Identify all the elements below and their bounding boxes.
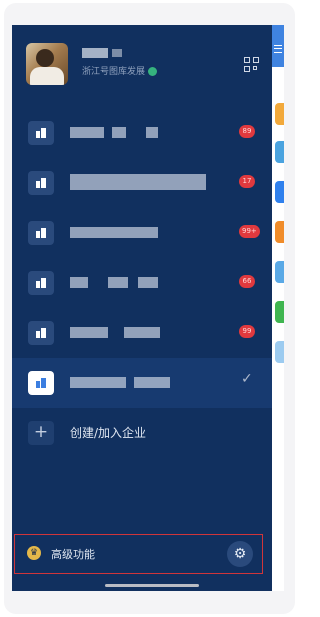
background-app-chip <box>275 221 284 243</box>
org-name-blurred <box>70 227 158 238</box>
org-item-selected[interactable]: ✓ <box>12 358 272 408</box>
background-app-header <box>272 25 284 67</box>
checkmark-icon: ✓ <box>241 371 253 387</box>
unread-badge: 17 <box>239 175 255 188</box>
background-app-chip <box>275 301 284 323</box>
org-name-blurred <box>108 277 128 288</box>
org-name-blurred <box>134 377 170 388</box>
unread-badge: 99 <box>239 325 255 338</box>
advanced-features-row[interactable]: ♛ 高级功能 ⚙ <box>14 534 263 574</box>
menu-icon <box>274 45 282 53</box>
org-name-blurred <box>70 174 206 190</box>
building-icon <box>28 371 54 395</box>
background-app <box>272 25 284 591</box>
gear-icon[interactable]: ⚙ <box>227 541 253 567</box>
profile-header[interactable]: 浙江号图库发展 <box>26 43 266 91</box>
org-name-blurred <box>70 377 126 388</box>
background-app-chip <box>275 141 284 163</box>
org-name-blurred <box>70 327 108 338</box>
background-app-chip <box>275 103 284 125</box>
org-item[interactable]: 99 <box>12 308 272 358</box>
org-name-blurred <box>70 277 88 288</box>
background-app-chip <box>275 181 284 203</box>
building-icon <box>28 171 54 195</box>
org-drawer: 浙江号图库发展 89 17 99+ 66 99 ✓ + 创建/加入企业 ♛ 高级… <box>12 25 272 591</box>
unread-badge: 99+ <box>239 225 260 238</box>
building-icon <box>28 121 54 145</box>
qr-code-icon[interactable] <box>244 57 260 73</box>
background-app-chip <box>275 261 284 283</box>
user-name-blurred <box>112 49 122 57</box>
org-item[interactable]: 89 <box>12 108 272 158</box>
org-item[interactable]: 99+ <box>12 208 272 258</box>
unread-badge: 66 <box>239 275 255 288</box>
org-item[interactable]: 17 <box>12 158 272 208</box>
create-join-org-button[interactable]: + 创建/加入企业 <box>12 409 272 459</box>
plus-icon: + <box>28 421 54 445</box>
unread-badge: 89 <box>239 125 255 138</box>
verified-icon <box>148 67 158 76</box>
screen: 浙江号图库发展 89 17 99+ 66 99 ✓ + 创建/加入企业 ♛ 高级… <box>12 25 284 591</box>
company-name-text: 浙江号图库发展 <box>82 67 146 77</box>
org-item[interactable]: 66 <box>12 258 272 308</box>
building-icon <box>28 321 54 345</box>
background-app-chip <box>275 341 284 363</box>
create-join-org-label: 创建/加入企业 <box>70 426 147 440</box>
home-indicator <box>105 584 199 587</box>
org-name-blurred <box>146 127 158 138</box>
user-name-blurred <box>82 48 108 58</box>
org-name-blurred <box>112 127 126 138</box>
building-icon <box>28 271 54 295</box>
company-name: 浙江号图库发展 <box>82 64 158 77</box>
advanced-features-label: 高级功能 <box>51 548 95 561</box>
org-name-blurred <box>124 327 160 338</box>
building-icon <box>28 221 54 245</box>
crown-icon: ♛ <box>27 546 41 560</box>
org-name-blurred <box>70 127 104 138</box>
org-name-blurred <box>138 277 158 288</box>
avatar[interactable] <box>26 43 68 85</box>
